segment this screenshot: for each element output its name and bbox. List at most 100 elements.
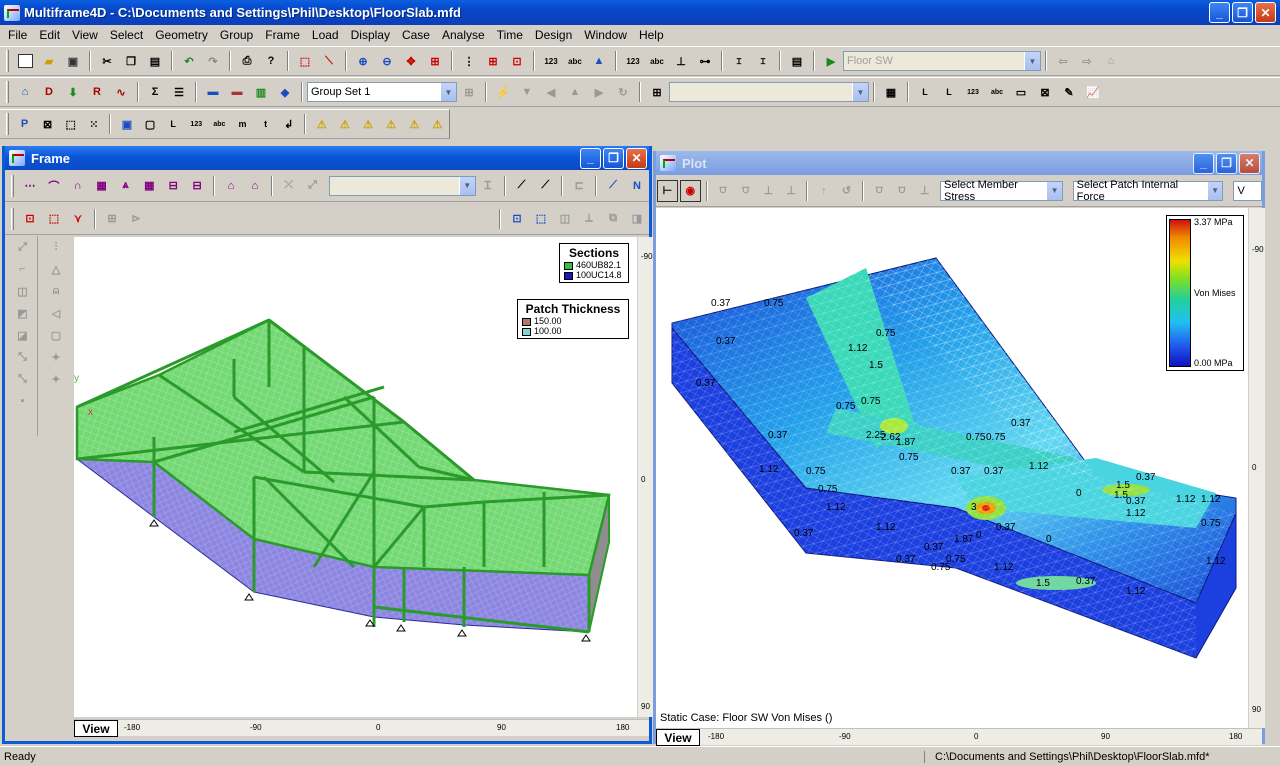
pan-icon[interactable]: ✥ — [400, 50, 422, 72]
menu-time[interactable]: Time — [491, 28, 529, 42]
view-up-icon[interactable]: ▲ — [564, 81, 586, 103]
node-labels-icon[interactable]: abc — [564, 50, 586, 72]
add-arc-icon[interactable]: ∩ — [67, 175, 89, 197]
label-frame-icon[interactable]: ▭ — [1010, 81, 1032, 103]
node-grid-icon[interactable]: ⊞ — [101, 208, 123, 230]
menu-design[interactable]: Design — [529, 28, 578, 42]
patch-force-select[interactable]: Select Patch Internal Force ▼ — [1072, 179, 1224, 203]
add-deck-icon[interactable]: ⊟ — [186, 175, 208, 197]
patch-outline-icon[interactable]: ▢ — [140, 113, 161, 135]
select-dots-icon[interactable]: ⁙ — [83, 113, 104, 135]
line-2-icon[interactable]: ⟋ — [534, 175, 556, 197]
label-chart-icon[interactable]: 📈 — [1082, 81, 1104, 103]
restraint-slide-icon[interactable]: ◁ — [45, 302, 67, 324]
layer-grid-icon[interactable]: ⊞ — [646, 81, 668, 103]
patch-t-icon[interactable]: t — [255, 113, 276, 135]
plot-window-title-bar[interactable]: Plot _ ❐ ✕ — [656, 151, 1262, 175]
grid-icon[interactable]: ⋮ — [458, 50, 480, 72]
warning-4-icon[interactable]: ⚠ — [381, 113, 402, 135]
frame-horizontal-ruler[interactable]: View -180 -90 0 90 180 — [74, 719, 649, 737]
app-title-bar[interactable]: Multiframe4D - C:\Documents and Settings… — [0, 0, 1280, 25]
frame-minimize-button[interactable]: _ — [580, 147, 601, 169]
plot-close-button[interactable]: ✕ — [1239, 152, 1260, 174]
plot-canvas[interactable]: 0.37 0.75 0.37 0.75 1.12 1.5 0.37 0.75 0.75 0.37 2… — [656, 208, 1248, 728]
group-grid-icon[interactable]: ⊞ — [458, 81, 480, 103]
node-tool-3-icon[interactable]: ◫ — [12, 280, 34, 302]
dense-grid-icon[interactable]: ▦ — [880, 81, 902, 103]
group-set-select[interactable]: Group Set 1 ▼ — [307, 82, 457, 102]
menu-edit[interactable]: Edit — [33, 28, 66, 42]
view-down-icon[interactable]: ▼ — [516, 81, 538, 103]
view-right-icon[interactable]: ▶ — [588, 81, 610, 103]
node-tool-4-icon[interactable]: ◩ — [12, 302, 34, 324]
plot-tool-7-icon[interactable]: ⊥ — [914, 180, 935, 202]
zoom-out-icon[interactable]: ⊖ — [376, 50, 398, 72]
sum-icon[interactable]: Σ — [144, 81, 166, 103]
select-corners-icon[interactable]: ⬚ — [60, 113, 81, 135]
partial-select[interactable]: V — [1233, 180, 1262, 201]
render-3d-icon[interactable]: ◆ — [274, 81, 296, 103]
plane-axes-icon[interactable]: ⟂ — [578, 208, 600, 230]
menu-display[interactable]: Display — [345, 28, 396, 42]
dead-load-icon[interactable]: D — [38, 81, 60, 103]
patch-m-icon[interactable]: m — [232, 113, 253, 135]
plot-arrow-up-icon[interactable]: ↑ — [813, 180, 834, 202]
frame-window-title-bar[interactable]: Frame _ ❐ ✕ — [5, 146, 649, 170]
plane-copy-icon[interactable]: ⧉ — [602, 208, 624, 230]
warning-5-icon[interactable]: ⚠ — [404, 113, 425, 135]
reactions-icon[interactable]: R — [86, 81, 108, 103]
patch-arrow-icon[interactable]: ↲ — [278, 113, 299, 135]
menu-case[interactable]: Case — [396, 28, 436, 42]
menu-geometry[interactable]: Geometry — [149, 28, 214, 42]
plot-contour-icon[interactable]: ◉ — [679, 179, 701, 202]
help-icon[interactable]: ? — [260, 50, 282, 72]
label-pen-icon[interactable]: ✎ — [1058, 81, 1080, 103]
node-snap-icon[interactable]: ⊡ — [506, 50, 528, 72]
menu-select[interactable]: Select — [104, 28, 149, 42]
label-l2-icon[interactable]: L — [938, 81, 960, 103]
menu-frame[interactable]: Frame — [259, 28, 306, 42]
restraint-box-icon[interactable]: ▢ — [45, 324, 67, 346]
member-axes-icon[interactable]: ⊥ — [670, 50, 692, 72]
plot-tool-6-icon[interactable]: ⩌ — [892, 180, 913, 202]
menu-help[interactable]: Help — [633, 28, 670, 42]
plot-tool-1-icon[interactable]: ⩌ — [713, 180, 734, 202]
plot-horizontal-ruler[interactable]: View -180 -90 0 90 180 — [656, 728, 1262, 746]
rotate-icon[interactable]: ↻ — [612, 81, 634, 103]
menu-analyse[interactable]: Analyse — [436, 28, 491, 42]
plot-tool-5-icon[interactable]: ⩌ — [869, 180, 890, 202]
select-p-icon[interactable]: P — [14, 113, 35, 135]
zoom-extents-icon[interactable]: ⊞ — [424, 50, 446, 72]
frame-maximize-button[interactable]: ❐ — [603, 147, 624, 169]
load-case-select[interactable]: Floor SW ▼ — [843, 51, 1041, 71]
plane-view-icon[interactable]: ◫ — [554, 208, 576, 230]
zoom-in-icon[interactable]: ⊕ — [352, 50, 374, 72]
add-portal-icon[interactable]: ⌂ — [220, 175, 242, 197]
restraint-pin-icon[interactable]: △ — [45, 258, 67, 280]
restraint-display-icon[interactable]: ⌂ — [14, 81, 36, 103]
add-curve-icon[interactable]: ⌒ — [43, 175, 65, 197]
add-frame-icon[interactable]: ▦ — [138, 175, 160, 197]
restraint-star-2-icon[interactable]: ✦ — [45, 368, 67, 390]
view-left-icon[interactable]: ◀ — [540, 81, 562, 103]
restraint-roller-icon[interactable]: ⍝ — [45, 280, 67, 302]
section-select[interactable]: ▼ — [328, 175, 476, 196]
next-case-icon[interactable]: ⇨ — [1076, 50, 1098, 72]
previous-case-icon[interactable]: ⇦ — [1052, 50, 1074, 72]
draw-line-icon[interactable]: ⟋ — [602, 175, 624, 197]
section-axes-icon[interactable]: Ɪ — [752, 50, 774, 72]
plot-diagram-icon[interactable]: ⊢ — [657, 179, 678, 202]
minimize-button[interactable]: _ — [1209, 2, 1230, 23]
properties-icon[interactable]: ▤ — [786, 50, 808, 72]
section-names-icon[interactable]: Ɪ — [728, 50, 750, 72]
frame-vertical-ruler[interactable]: -90 0 90 — [637, 237, 654, 717]
label-l-icon[interactable]: L — [914, 81, 936, 103]
deflection-icon[interactable]: ∿ — [110, 81, 132, 103]
plane-select-icon[interactable]: ⊡ — [506, 208, 528, 230]
case-options-icon[interactable]: ⌂ — [1100, 50, 1122, 72]
print-icon[interactable]: ⎙ — [236, 50, 258, 72]
node-tool-8-icon[interactable]: ▪ — [12, 390, 34, 412]
draw-n-icon[interactable]: N — [626, 175, 648, 197]
add-portal-2-icon[interactable]: ⌂ — [244, 175, 266, 197]
render-solid-icon[interactable]: ▬ — [202, 81, 224, 103]
